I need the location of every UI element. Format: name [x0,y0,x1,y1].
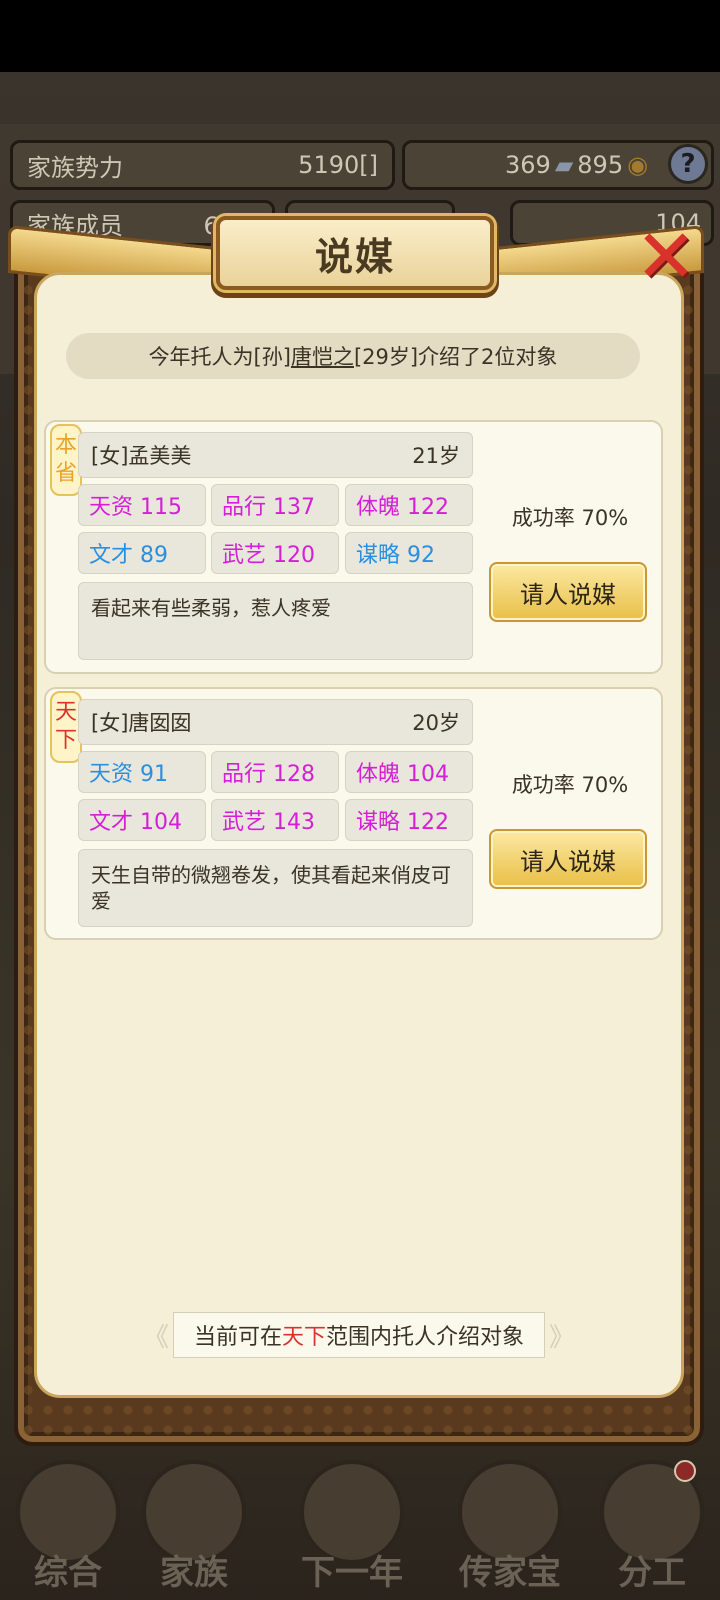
scope-note: 《 当前可在天下范围内托人介绍对象 》 [104,1312,614,1358]
family-power-label: 家族势力 [27,153,123,182]
candidate-card: 本省 [女]孟美美 21岁 天资 115 品行 137 体魄 122 文才 89… [44,420,663,674]
candidate-age: 20岁 [412,711,460,735]
success-rate: 成功率 70% [511,773,629,797]
candidate-name-row: [女]唐囡囡 20岁 [78,699,473,745]
help-button[interactable]: ? [668,144,708,184]
candidate-name: [女]唐囡囡 [91,711,192,735]
nav-heirloom[interactable]: 传家宝 [450,1460,570,1600]
candidate-name: [女]孟美美 [91,444,192,468]
stat-talent: 天资 115 [78,484,206,526]
coin-icon: ◉ [627,151,649,179]
scope-note-text: 当前可在天下范围内托人介绍对象 [172,1312,546,1358]
silver-value: 369 [505,151,551,179]
nav-overview[interactable]: 综合 [8,1460,128,1600]
candidate-card: 天下 [女]唐囡囡 20岁 天资 91 品行 128 体魄 104 文才 104… [44,687,663,940]
nav-next-year[interactable]: 下一年 [292,1460,412,1600]
stat-literary: 文才 104 [78,799,206,841]
candidate-age: 21岁 [412,444,460,468]
stat-talent: 天资 91 [78,751,206,793]
stat-conduct: 品行 137 [211,484,339,526]
matchmake-button[interactable]: 请人说媒 [489,829,647,889]
intro-person-link[interactable]: 唐恺之 [291,341,354,371]
scope-note-highlight: 天下 [281,1325,326,1350]
stat-conduct: 品行 128 [211,751,339,793]
left-chevron-icon: 《 [142,1322,169,1353]
stat-physique: 体魄 104 [345,751,473,793]
bottom-nav: 综合 家族 下一年 传家宝 分工 [0,1420,720,1600]
intro-prefix: 今年托人为[孙] [148,345,291,369]
family-power-panel: 家族势力 5190[] [10,140,395,190]
candidate-name-row: [女]孟美美 21岁 [78,432,473,478]
nav-family[interactable]: 家族 [134,1460,254,1600]
right-chevron-icon: 》 [549,1322,576,1353]
stat-strategy: 谋略 92 [345,532,473,574]
close-icon[interactable]: ✕ [628,220,704,294]
candidate-description: 天生自带的微翘卷发，使其看起来俏皮可爱 [78,849,473,927]
family-power-value: 5190[] [298,151,378,179]
success-rate: 成功率 70% [511,506,629,530]
notification-dot [674,1460,696,1482]
stat-strategy: 谋略 122 [345,799,473,841]
nav-division[interactable]: 分工 [592,1460,712,1600]
intro-suffix: [29岁]介绍了2位对象 [353,345,558,369]
scope-note-suffix: 范围内托人介绍对象 [326,1325,525,1350]
stat-martial: 武艺 143 [211,799,339,841]
dialog-title: 说媒 [216,216,494,290]
matchmake-button[interactable]: 请人说媒 [489,562,647,622]
coin-value: 895 [577,151,624,179]
stat-physique: 体魄 122 [345,484,473,526]
stat-martial: 武艺 120 [211,532,339,574]
candidate-description: 看起来有些柔弱，惹人疼爱 [78,582,473,660]
scope-note-prefix: 当前可在 [193,1325,282,1350]
intro-bar: 今年托人为[孙] 唐恺之 [29岁]介绍了2位对象 [66,333,640,379]
status-bar [0,0,720,72]
stat-literary: 文才 89 [78,532,206,574]
silver-icon: ▰ [554,151,574,179]
